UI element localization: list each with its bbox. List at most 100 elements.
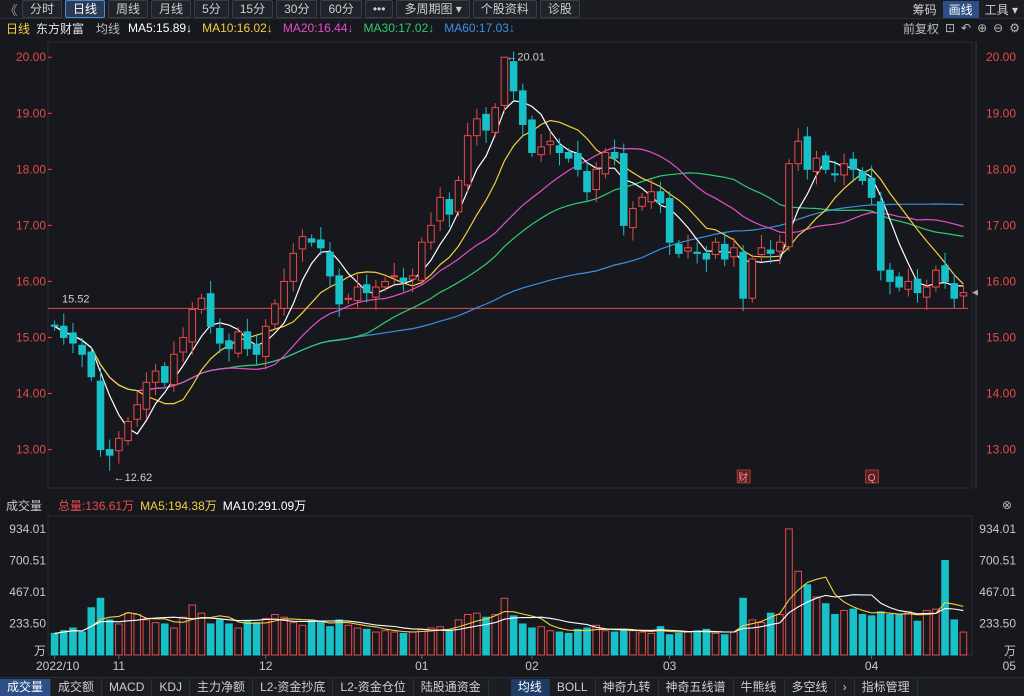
candle-body-8 — [124, 421, 132, 442]
period-tab-7[interactable]: 60分 — [320, 0, 362, 18]
indicator-tab-4[interactable]: 主力净额 — [190, 678, 254, 696]
volume-title: 成交量 — [6, 498, 43, 513]
candle-body-19 — [225, 340, 233, 350]
candle-body-85 — [831, 173, 839, 176]
volume-bar-23 — [261, 618, 270, 656]
candle-body-42 — [436, 196, 444, 222]
volume-bar-98 — [950, 619, 959, 656]
indicator-tab-7[interactable]: 陆股通资金 — [414, 678, 489, 696]
period-tab-3[interactable]: 月线 — [151, 0, 192, 18]
indicator-tab-0[interactable]: 成交量 — [0, 678, 52, 696]
candle-body-12 — [160, 366, 169, 383]
volume-bar-55 — [555, 631, 564, 656]
indicator-tab-5[interactable]: L2-资金抄底 — [253, 678, 334, 696]
price-tick-label-right-2: 18.00 — [986, 162, 1016, 176]
volume-bar-1 — [59, 630, 68, 656]
ma30-line — [54, 172, 964, 392]
candle-body-10 — [142, 381, 151, 410]
volume-bar-15 — [188, 604, 197, 656]
volume-bar-25 — [280, 616, 288, 656]
overlay-tab-3[interactable]: 神奇五线谱 — [659, 678, 734, 696]
candle-body-70 — [693, 251, 701, 254]
candle-body-41 — [427, 224, 435, 243]
candle-body-67 — [665, 197, 674, 243]
overlay-tab-0[interactable]: 均线 — [510, 678, 550, 696]
indicator-tab-3[interactable]: KDJ — [152, 678, 191, 696]
price-tick-label-left-6: 14.00 — [16, 387, 46, 401]
indicator-tab-6[interactable]: L2-资金仓位 — [333, 678, 414, 696]
lock-icon[interactable]: ⊡ — [945, 21, 955, 35]
ma-label[interactable]: 均线 — [96, 20, 120, 37]
candle-body-93 — [904, 280, 913, 290]
zoom-out-icon[interactable]: ⊖ — [993, 21, 1003, 35]
volume-chart[interactable]: 934.01 934.01 700.51 700.51 467.01 467.01 233.… — [0, 514, 1024, 677]
overlay-tab-5[interactable]: 多空线 — [785, 678, 836, 696]
price-chart[interactable]: 20.00 20.00 19.00 19.00 18.00 18.00 17.00 17.00… — [0, 38, 1024, 490]
toolbar-right-0[interactable]: 筹码 — [907, 1, 943, 18]
period-tab-11[interactable]: 诊股 — [539, 0, 580, 18]
candle-body-97 — [941, 265, 949, 282]
volume-bar-82 — [803, 584, 812, 656]
indicator-tab-1[interactable]: 成交额 — [51, 678, 103, 696]
volume-bar-73 — [720, 634, 729, 656]
candle-body-61 — [610, 151, 619, 159]
candle-body-22 — [252, 343, 261, 355]
volume-bar-57 — [574, 628, 582, 656]
event-marker-0: 财 — [738, 471, 748, 484]
price-tick-label-right-6: 14.00 — [986, 387, 1016, 401]
volume-bar-4 — [87, 607, 96, 656]
volume-bar-63 — [629, 630, 637, 656]
volume-bar-67 — [665, 634, 674, 656]
period-tab-10[interactable]: 个股资料 — [472, 0, 537, 18]
candle-body-53 — [537, 146, 545, 156]
volume-bar-76 — [748, 619, 757, 656]
candle-body-81 — [794, 140, 802, 165]
candle-body-92 — [895, 276, 903, 288]
period-tab-6[interactable]: 30分 — [276, 0, 318, 18]
adjust-label[interactable]: 前复权 — [903, 20, 939, 37]
period-tab-1[interactable]: 日线 — [65, 0, 106, 18]
candle-body-6 — [105, 449, 114, 456]
volume-bar-26 — [289, 622, 298, 656]
volume-bar-47 — [482, 616, 490, 656]
candle-body-27 — [298, 236, 307, 250]
undo-icon[interactable]: ↶ — [961, 21, 971, 35]
volume-bar-0 — [50, 632, 59, 656]
overlay-tab-1[interactable]: BOLL — [550, 678, 596, 696]
candle-body-17 — [206, 293, 215, 327]
period-tab-2[interactable]: 周线 — [108, 0, 149, 18]
period-tab-8[interactable]: ••• — [364, 0, 394, 18]
overlay-tab-7[interactable]: 指标管理 — [855, 678, 918, 696]
close-icon[interactable]: ⊗ — [1002, 498, 1012, 512]
volume-bar-78 — [766, 612, 775, 656]
price-tick-label-left-3: 17.00 — [16, 218, 46, 232]
ma20-line — [54, 146, 964, 392]
overlay-tab-4[interactable]: 牛熊线 — [734, 678, 785, 696]
candle-body-28 — [307, 238, 316, 243]
period-tab-4[interactable]: 5分 — [194, 0, 229, 18]
volume-bar-92 — [895, 614, 903, 656]
candle-body-99 — [959, 292, 968, 297]
candle-body-65 — [647, 191, 656, 203]
period-tab-5[interactable]: 15分 — [231, 0, 274, 18]
volume-bar-50 — [509, 615, 518, 656]
overlay-tab-2[interactable]: 神奇九转 — [596, 678, 659, 696]
volume-bar-88 — [858, 614, 867, 656]
toolbar-right-2[interactable]: 工具 ▾ — [979, 1, 1024, 18]
volume-bar-99 — [959, 631, 968, 656]
period-tab-0[interactable]: 分时 — [22, 0, 63, 18]
candle-body-63 — [629, 208, 637, 229]
candle-body-23 — [261, 325, 270, 358]
candle-body-39 — [408, 275, 417, 280]
volume-bar-10 — [142, 619, 151, 656]
zoom-in-icon[interactable]: ⊕ — [977, 21, 987, 35]
toolbar-right-1[interactable]: 画线 — [942, 0, 979, 18]
settings-icon[interactable]: ⚙ — [1009, 21, 1020, 35]
indicator-tab-2[interactable]: MACD — [102, 678, 153, 696]
period-tab-9[interactable]: 多周期图 ▾ — [396, 0, 470, 18]
candle-body-26 — [289, 252, 298, 282]
back-icon[interactable]: 《 — [0, 0, 22, 19]
overlay-tab-6[interactable]: › — [836, 678, 855, 696]
candle-body-89 — [867, 177, 876, 198]
volume-bar-93 — [904, 611, 913, 656]
